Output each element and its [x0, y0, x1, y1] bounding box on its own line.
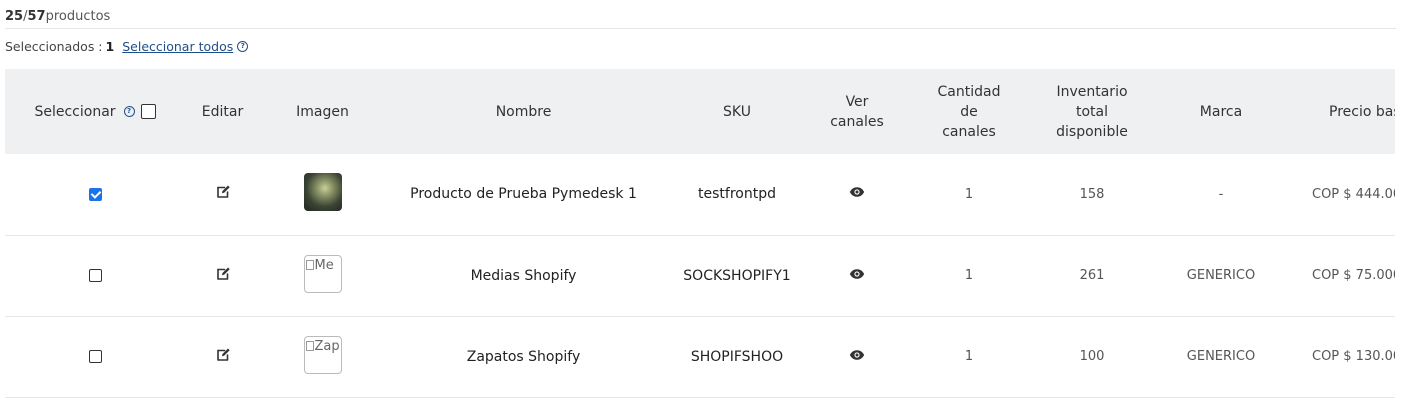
header-base-price: Precio base — [1329, 103, 1395, 120]
row-view-channels-cell — [812, 316, 902, 397]
total-count: 57 — [27, 9, 46, 24]
row-edit-cell — [185, 235, 260, 316]
broken-image-alt: Zap — [306, 339, 340, 354]
select-all-checkbox[interactable] — [140, 104, 156, 119]
channel-count: 1 — [964, 349, 974, 364]
product-name: Zapatos Shopify — [466, 348, 581, 365]
header-channel-count: Cantidad de canales — [902, 69, 1036, 154]
header-inventory-line: disponible — [1056, 123, 1128, 140]
header-view-channels-line: canales — [830, 113, 884, 130]
pencil-square-icon[interactable] — [215, 347, 231, 363]
row-image-cell — [260, 154, 385, 235]
header-inventory: Inventario total disponible — [1036, 69, 1148, 154]
row-image-cell: Me — [260, 235, 385, 316]
product-base-price: COP $ 130.000 — [1312, 349, 1395, 364]
header-edit: Editar — [201, 103, 244, 120]
selected-label: Seleccionados : — [5, 39, 103, 54]
product-base-price: COP $ 444.000 — [1312, 186, 1395, 202]
product-name: Producto de Prueba Pymedesk 1 — [410, 186, 637, 203]
eye-icon[interactable] — [849, 349, 865, 361]
row-image-cell: Zap — [260, 316, 385, 397]
question-circle-icon[interactable]: ? — [237, 41, 249, 52]
header-image: Imagen — [296, 103, 349, 120]
select-all-link[interactable]: Seleccionar todos — [122, 39, 233, 54]
row-edit-cell — [185, 316, 260, 397]
product-base-price: COP $ 75.000 — [1312, 268, 1395, 283]
selection-bar: Seleccionados : 1 Seleccionar todos ? — [5, 39, 249, 54]
header-channel-count-line: Cantidad — [937, 83, 1001, 100]
pencil-square-icon[interactable] — [215, 184, 231, 200]
row-checkbox[interactable] — [88, 269, 102, 282]
product-sku: SOCKSHOPIFY1 — [683, 267, 791, 284]
product-name: Medias Shopify — [470, 267, 577, 284]
product-count: 25/57productos — [5, 9, 110, 24]
eye-icon[interactable] — [849, 186, 865, 198]
inventory-total: 261 — [1079, 268, 1105, 283]
question-circle-icon[interactable]: ? — [123, 106, 135, 117]
header-view-channels-line: Ver — [845, 93, 869, 110]
inventory-total: 100 — [1079, 349, 1105, 364]
row-checkbox[interactable] — [88, 350, 102, 363]
product-image[interactable] — [303, 173, 342, 212]
header-inventory-line: total — [1075, 103, 1108, 120]
channel-count: 1 — [964, 268, 974, 283]
header-channel-count-line: canales — [942, 123, 996, 140]
product-brand: GENERICO — [1186, 268, 1256, 283]
table-header-row: Seleccionar ? Editar Imagen Nombre SKU V… — [5, 69, 1395, 154]
count-suffix: productos — [45, 9, 111, 24]
table-row: Me Medias Shopify SOCKSHOPIFY1 1 261 GENERICO… — [5, 235, 1395, 316]
product-sku: testfrontpd — [698, 186, 776, 203]
divider — [5, 28, 1396, 29]
table-row: Zap Zapatos Shopify SHOPIFSHOO 1 100 GENERICO… — [5, 316, 1395, 397]
selected-count: 1 — [105, 39, 115, 54]
row-view-channels-cell — [812, 235, 902, 316]
row-checkbox[interactable] — [88, 187, 102, 201]
header-view-channels: Ver canales — [812, 69, 902, 154]
row-select-cell — [5, 154, 185, 235]
shown-count: 25 — [5, 9, 24, 24]
product-brand: - — [1218, 186, 1224, 202]
row-select-cell — [5, 235, 185, 316]
broken-image-alt: Me — [306, 258, 334, 273]
header-name: Nombre — [495, 103, 552, 120]
eye-icon[interactable] — [849, 268, 865, 280]
product-image[interactable]: Zap — [303, 335, 342, 374]
product-sku: SHOPIFSHOO — [690, 348, 784, 365]
product-image[interactable]: Me — [303, 254, 342, 293]
header-inventory-line: Inventario — [1056, 83, 1128, 100]
header-select: Seleccionar ? — [5, 69, 185, 154]
row-select-cell — [5, 316, 185, 397]
row-edit-cell — [185, 154, 260, 235]
header-sku: SKU — [723, 103, 751, 120]
header-channel-count-line: de — [960, 103, 978, 120]
header-select-label: Seleccionar — [34, 103, 116, 120]
products-table-container[interactable]: Seleccionar ? Editar Imagen Nombre SKU V… — [5, 69, 1395, 400]
products-table: Seleccionar ? Editar Imagen Nombre SKU V… — [5, 69, 1395, 398]
product-brand: GENERICO — [1186, 349, 1256, 364]
inventory-total: 158 — [1079, 186, 1105, 202]
row-view-channels-cell — [812, 154, 902, 235]
header-brand: Marca — [1199, 103, 1243, 120]
table-row: Producto de Prueba Pymedesk 1 testfrontpd… — [5, 154, 1395, 235]
pencil-square-icon[interactable] — [215, 266, 231, 282]
channel-count: 1 — [964, 186, 974, 202]
